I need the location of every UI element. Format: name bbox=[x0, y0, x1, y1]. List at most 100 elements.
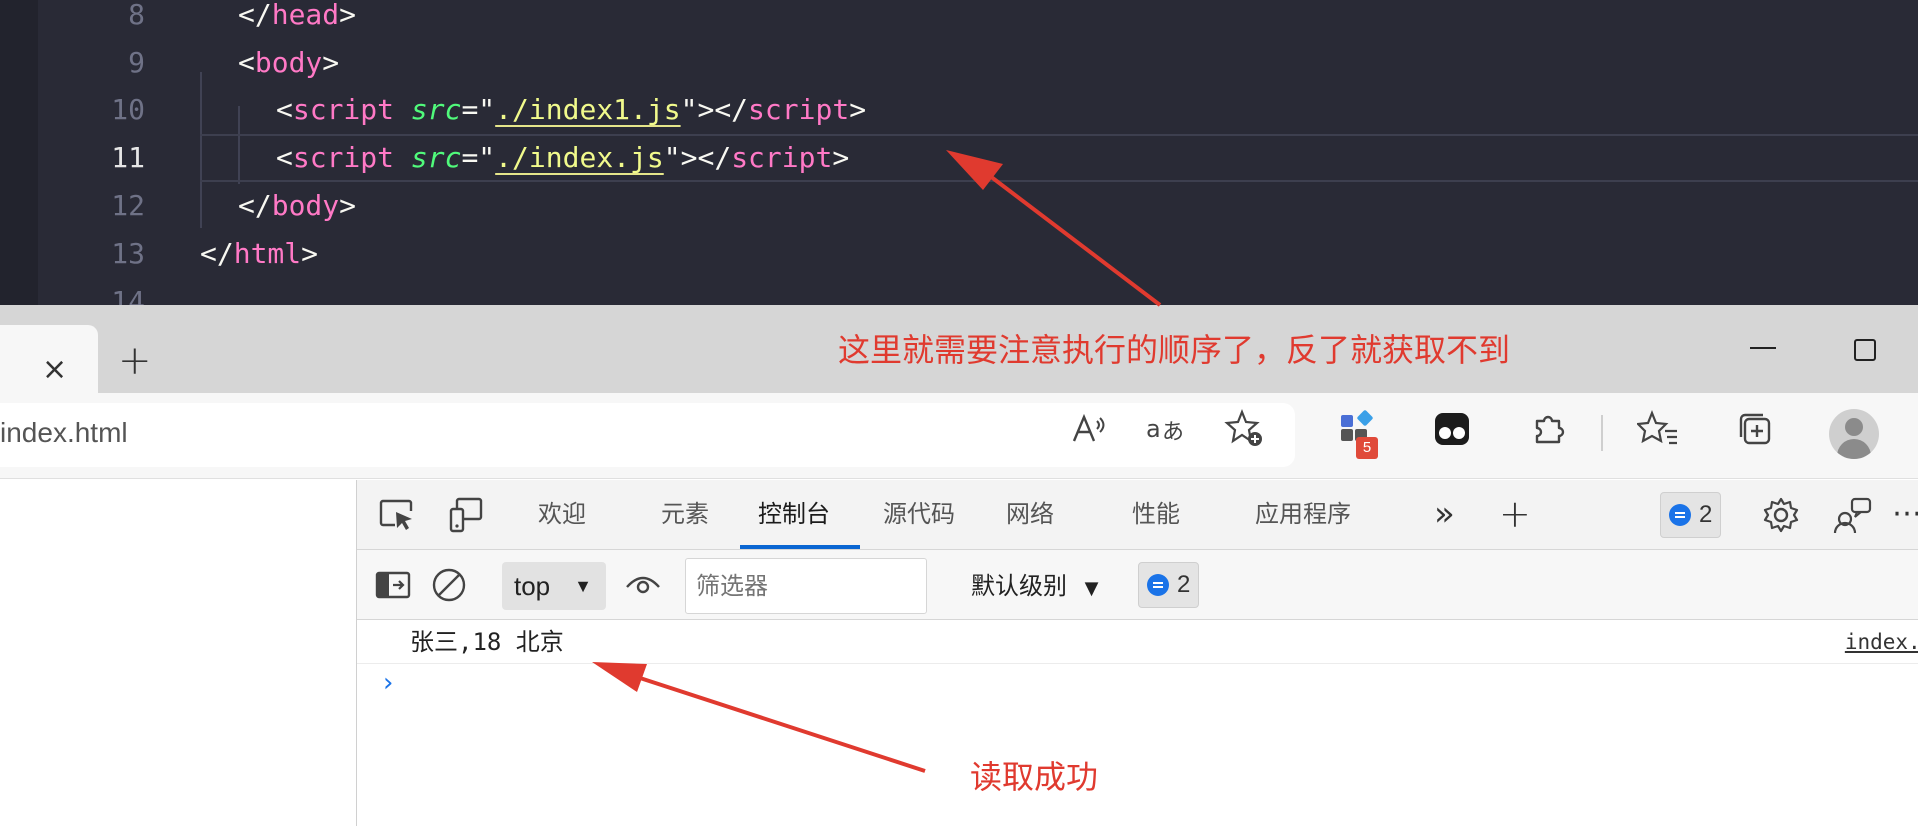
extensions-icon[interactable] bbox=[1527, 407, 1571, 451]
code-line[interactable]: 13 </html> bbox=[0, 230, 1918, 278]
code-token: > bbox=[849, 93, 867, 126]
issue-icon bbox=[1669, 504, 1691, 526]
devtools-tab-bar: 欢迎 元素 控制台 源代码 网络 性能 应用程序 » + 2 ⋯ bbox=[357, 480, 1918, 550]
code-line[interactable]: 10 <script src="./index1.js"></script> bbox=[0, 86, 1918, 134]
clear-console-icon[interactable] bbox=[427, 563, 471, 607]
new-tab-button[interactable]: + bbox=[118, 341, 152, 381]
code-line[interactable]: 8 </head> bbox=[0, 0, 1918, 39]
inspect-element-icon[interactable] bbox=[375, 493, 419, 537]
code-token: > bbox=[322, 46, 340, 79]
add-favorite-icon[interactable] bbox=[1223, 407, 1267, 451]
tab-console[interactable]: 控制台 bbox=[758, 480, 830, 550]
context-selector[interactable]: top ▼ bbox=[502, 562, 606, 610]
caret-down-icon: ▼ bbox=[574, 576, 592, 596]
svg-text:あ: あ bbox=[1162, 420, 1184, 445]
console-toolbar: top ▼ 默认级别 ▼ 2 bbox=[357, 550, 1918, 620]
line-number: 11 bbox=[111, 141, 145, 174]
caret-down-icon: ▼ bbox=[1084, 578, 1099, 599]
browser-tab[interactable]: × bbox=[0, 325, 98, 393]
code-token: " bbox=[663, 141, 681, 174]
browser-toolbar: index.html aあ 5 bbox=[0, 393, 1918, 479]
favorites-icon[interactable] bbox=[1636, 407, 1680, 451]
code-token: > bbox=[339, 189, 357, 222]
tab-elements[interactable]: 元素 bbox=[661, 480, 709, 550]
tab-application[interactable]: 应用程序 bbox=[1255, 480, 1351, 550]
devtools-panel: 欢迎 元素 控制台 源代码 网络 性能 应用程序 » + 2 ⋯ top ▼ 筛… bbox=[357, 480, 1918, 826]
toolbar-separator bbox=[1601, 415, 1603, 451]
console-message: 张三,18 北京 bbox=[410, 628, 564, 656]
code-token: < bbox=[276, 141, 293, 174]
console-prompt[interactable]: › bbox=[383, 670, 393, 696]
more-options-icon[interactable]: ⋯ bbox=[1892, 480, 1918, 550]
code-token: ./index.js bbox=[495, 141, 664, 174]
code-token: script bbox=[292, 93, 395, 126]
tampermonkey-icon[interactable] bbox=[1430, 407, 1474, 451]
issues-counter-button[interactable]: 2 bbox=[1660, 492, 1722, 538]
toggle-sidebar-icon[interactable] bbox=[371, 563, 415, 607]
translate-icon[interactable]: aあ bbox=[1143, 407, 1187, 451]
device-emulation-icon[interactable] bbox=[445, 493, 489, 537]
code-line[interactable]: 9 <body> bbox=[0, 39, 1918, 87]
avatar-head bbox=[1845, 418, 1863, 436]
tab-performance[interactable]: 性能 bbox=[1132, 480, 1180, 550]
console-message-row: 张三,18 北京 index.js bbox=[357, 620, 1918, 664]
code-line[interactable]: 12 </body> bbox=[0, 182, 1918, 230]
line-number: 13 bbox=[111, 237, 145, 270]
code-text: </head> bbox=[238, 0, 356, 39]
settings-gear-icon[interactable] bbox=[1759, 493, 1803, 537]
code-token: > bbox=[339, 0, 357, 31]
code-editor[interactable]: 8 </head> 9 <body> 10 <script src="./index1.j… bbox=[0, 0, 1918, 305]
line-number: 12 bbox=[111, 189, 145, 222]
line-number: 9 bbox=[128, 46, 145, 79]
code-token: body bbox=[254, 46, 323, 79]
console-source-link[interactable]: index.js bbox=[1845, 620, 1918, 664]
code-text: </html> bbox=[200, 230, 318, 278]
code-token: =" bbox=[461, 141, 496, 174]
code-token: < bbox=[238, 46, 255, 79]
order-annotation: 这里就需要注意执行的顺序了，反了就获取不到 bbox=[838, 331, 1511, 369]
tab-network[interactable]: 网络 bbox=[1006, 480, 1054, 550]
live-expression-eye-icon[interactable] bbox=[621, 563, 665, 607]
code-token: head bbox=[271, 0, 340, 31]
close-tab-icon[interactable]: × bbox=[42, 355, 67, 385]
code-token: script bbox=[731, 141, 833, 174]
code-token: ></ bbox=[697, 93, 749, 126]
address-text[interactable]: index.html bbox=[0, 417, 128, 449]
tab-sources[interactable]: 源代码 bbox=[883, 480, 955, 550]
console-issues-count: 2 bbox=[1177, 571, 1191, 598]
code-token: ./index1.js bbox=[495, 93, 681, 126]
code-token: script bbox=[292, 141, 395, 174]
success-annotation: 读取成功 bbox=[970, 758, 1099, 796]
feedback-icon[interactable] bbox=[1830, 493, 1874, 537]
code-token: </ bbox=[238, 189, 272, 222]
context-value: top bbox=[514, 571, 551, 601]
code-text: </body> bbox=[238, 182, 356, 230]
console-filter-input[interactable] bbox=[685, 558, 927, 614]
code-line[interactable]: 11 <script src="./index.js"></script> bbox=[0, 134, 1918, 182]
read-aloud-icon[interactable] bbox=[1066, 407, 1110, 451]
line-number: 14 bbox=[111, 285, 145, 305]
minimize-button[interactable] bbox=[1750, 347, 1776, 349]
log-level-value: 默认级别 bbox=[971, 572, 1067, 600]
issue-icon bbox=[1147, 574, 1169, 596]
code-line[interactable]: 14 bbox=[0, 278, 1918, 305]
code-token: > bbox=[301, 237, 319, 270]
more-tabs-button[interactable]: » bbox=[1434, 480, 1455, 550]
profile-avatar[interactable] bbox=[1829, 409, 1879, 459]
tab-welcome[interactable]: 欢迎 bbox=[538, 480, 586, 550]
svg-text:a: a bbox=[1146, 415, 1161, 443]
code-token: < bbox=[276, 93, 293, 126]
collections-icon[interactable] bbox=[1733, 407, 1777, 451]
line-number: 10 bbox=[111, 93, 145, 126]
issues-count: 2 bbox=[1699, 501, 1713, 528]
code-text: <body> bbox=[238, 39, 339, 87]
maximize-button[interactable] bbox=[1854, 339, 1876, 361]
extensions-count-badge: 5 bbox=[1356, 437, 1378, 459]
log-level-selector[interactable]: 默认级别 ▼ bbox=[971, 562, 1098, 610]
code-text: <script src="./index.js"></script> bbox=[276, 134, 849, 182]
console-issues-button[interactable]: 2 bbox=[1138, 562, 1200, 608]
add-tab-button[interactable]: + bbox=[1499, 480, 1531, 550]
avatar-body bbox=[1837, 439, 1871, 459]
